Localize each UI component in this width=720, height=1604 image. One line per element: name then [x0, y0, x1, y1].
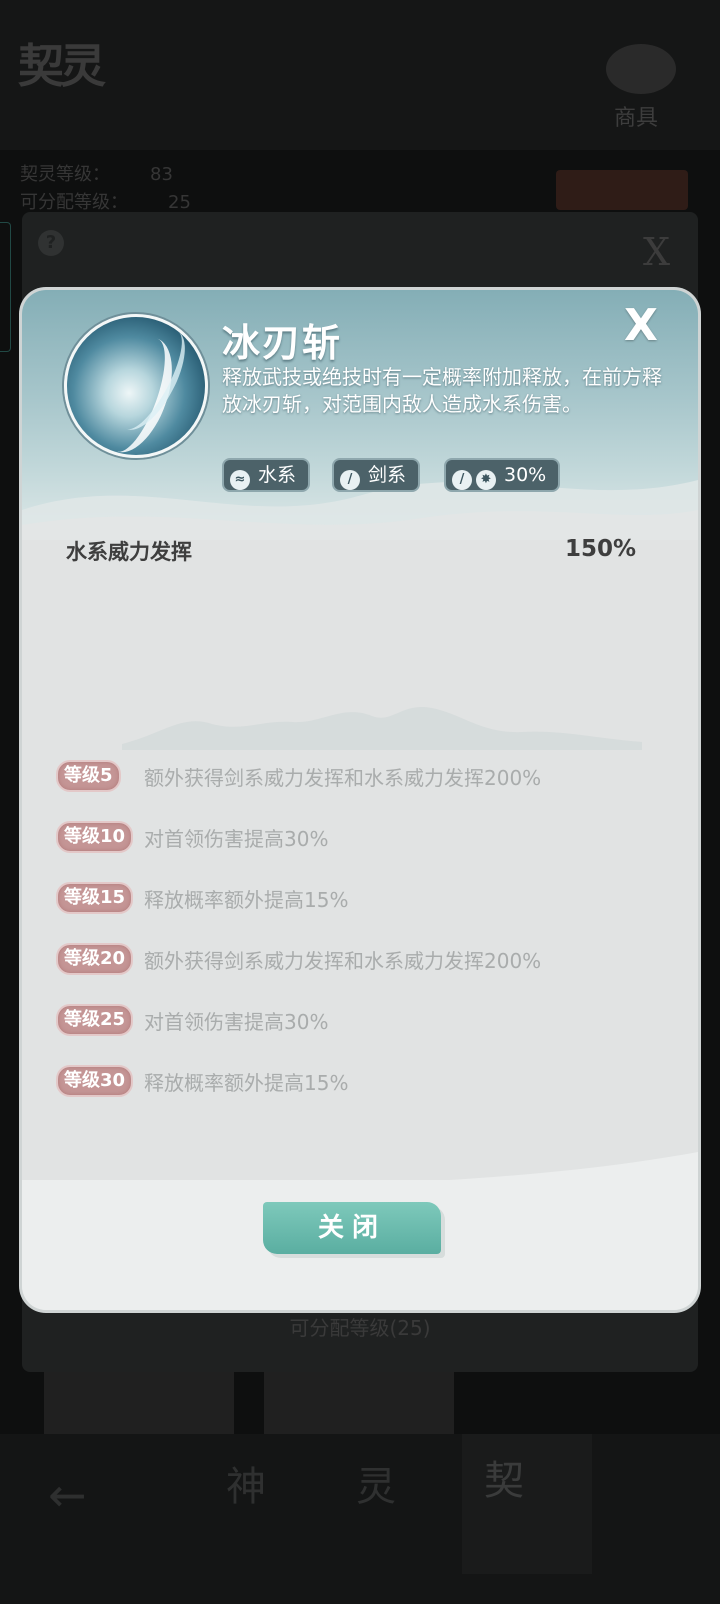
level-badge: 等级30	[56, 1065, 134, 1097]
list-item: 等级20 额外获得剑系威力发挥和水系威力发挥200%	[56, 941, 666, 975]
stat-label: 契灵等级：	[20, 164, 110, 185]
close-icon[interactable]: X	[624, 300, 658, 351]
nav-tab-ling[interactable]: 灵	[356, 1454, 396, 1512]
level-badge: 等级15	[56, 882, 134, 914]
side-tab[interactable]	[0, 222, 11, 352]
burst-icon: ✸	[476, 470, 496, 490]
stat-value: 25	[168, 192, 191, 213]
level-bonus-text: 对首领伤害提高30%	[144, 1010, 329, 1034]
list-item: 等级10 对首领伤害提高30%	[56, 819, 666, 853]
tag-label: 30%	[504, 464, 547, 486]
card-thumbnail[interactable]	[264, 1372, 454, 1434]
list-item: 等级5 额外获得剑系威力发挥和水系威力发挥200%	[56, 758, 666, 792]
list-item: 等级30 释放概率额外提高15%	[56, 1063, 666, 1097]
game-logo: 契灵	[18, 39, 106, 93]
tag-label: 水系	[258, 464, 297, 486]
nav-active-highlight	[462, 1434, 592, 1574]
card-thumbnail[interactable]	[44, 1372, 234, 1434]
power-stat-row: 水系威力发挥 150%	[66, 536, 636, 570]
level-bonus-text: 额外获得剑系威力发挥和水系威力发挥200%	[144, 766, 542, 790]
close-button[interactable]: 关闭	[263, 1202, 441, 1254]
stat-label: 水系威力发挥	[66, 540, 192, 564]
list-item: 等级25 对首领伤害提高30%	[56, 1002, 666, 1036]
level-bonus-text: 释放概率额外提高15%	[144, 888, 349, 912]
background-stats: 契灵等级： 83 可分配等级： 25	[20, 160, 191, 216]
level-badge: 等级10	[56, 821, 134, 853]
sword-icon: /	[340, 470, 360, 490]
chance-icon: /	[452, 470, 472, 490]
level-bonus-text: 额外获得剑系威力发挥和水系威力发挥200%	[144, 949, 542, 973]
level-badge: 等级5	[56, 760, 121, 792]
tag-water: ≈ 水系	[222, 458, 311, 492]
level-badge: 等级20	[56, 943, 134, 975]
stat-label: 可分配等级：	[20, 192, 128, 213]
assignable-levels-label: 可分配等级(25)	[289, 1316, 431, 1340]
background-close-icon[interactable]: X	[643, 230, 670, 274]
nav-tab-qi[interactable]: 契	[484, 1448, 524, 1506]
stat-value: 83	[150, 164, 173, 185]
skill-title: 冰刃斩	[222, 320, 343, 365]
help-icon[interactable]: ?	[38, 230, 64, 256]
shop-label: 商具	[614, 106, 659, 131]
tag-label: 剑系	[368, 464, 407, 486]
bottom-nav: ← 神 灵 契	[0, 1434, 720, 1604]
tag-chance: / ✸ 30%	[444, 458, 561, 492]
shop-icon[interactable]	[606, 44, 676, 94]
stat-value: 150%	[564, 536, 636, 562]
level-bonus-text: 释放概率额外提高15%	[144, 1071, 349, 1095]
water-icon: ≈	[230, 470, 250, 490]
skill-description: 释放武技或绝技时有一定概率附加释放，在前方释放冰刃斩，对范围内敌人造成水系伤害。	[222, 365, 662, 416]
skill-detail-modal: 冰刃斩 X 释放武技或绝技时有一定概率附加释放，在前方释放冰刃斩，对范围内敌人造…	[22, 290, 698, 1310]
nav-tab-shen[interactable]: 神	[226, 1454, 266, 1512]
list-item: 等级15 释放概率额外提高15%	[56, 880, 666, 914]
top-bar: 契灵 商具	[0, 0, 720, 150]
ice-blade-skill-icon	[64, 314, 208, 458]
background-card-strip	[44, 1372, 676, 1434]
level-badge: 等级25	[56, 1004, 134, 1036]
mountain-decoration	[122, 706, 642, 750]
upgrade-button[interactable]	[556, 170, 688, 210]
tag-sword: / 剑系	[332, 458, 421, 492]
back-arrow-icon[interactable]: ←	[48, 1468, 87, 1522]
level-bonus-text: 对首领伤害提高30%	[144, 827, 329, 851]
